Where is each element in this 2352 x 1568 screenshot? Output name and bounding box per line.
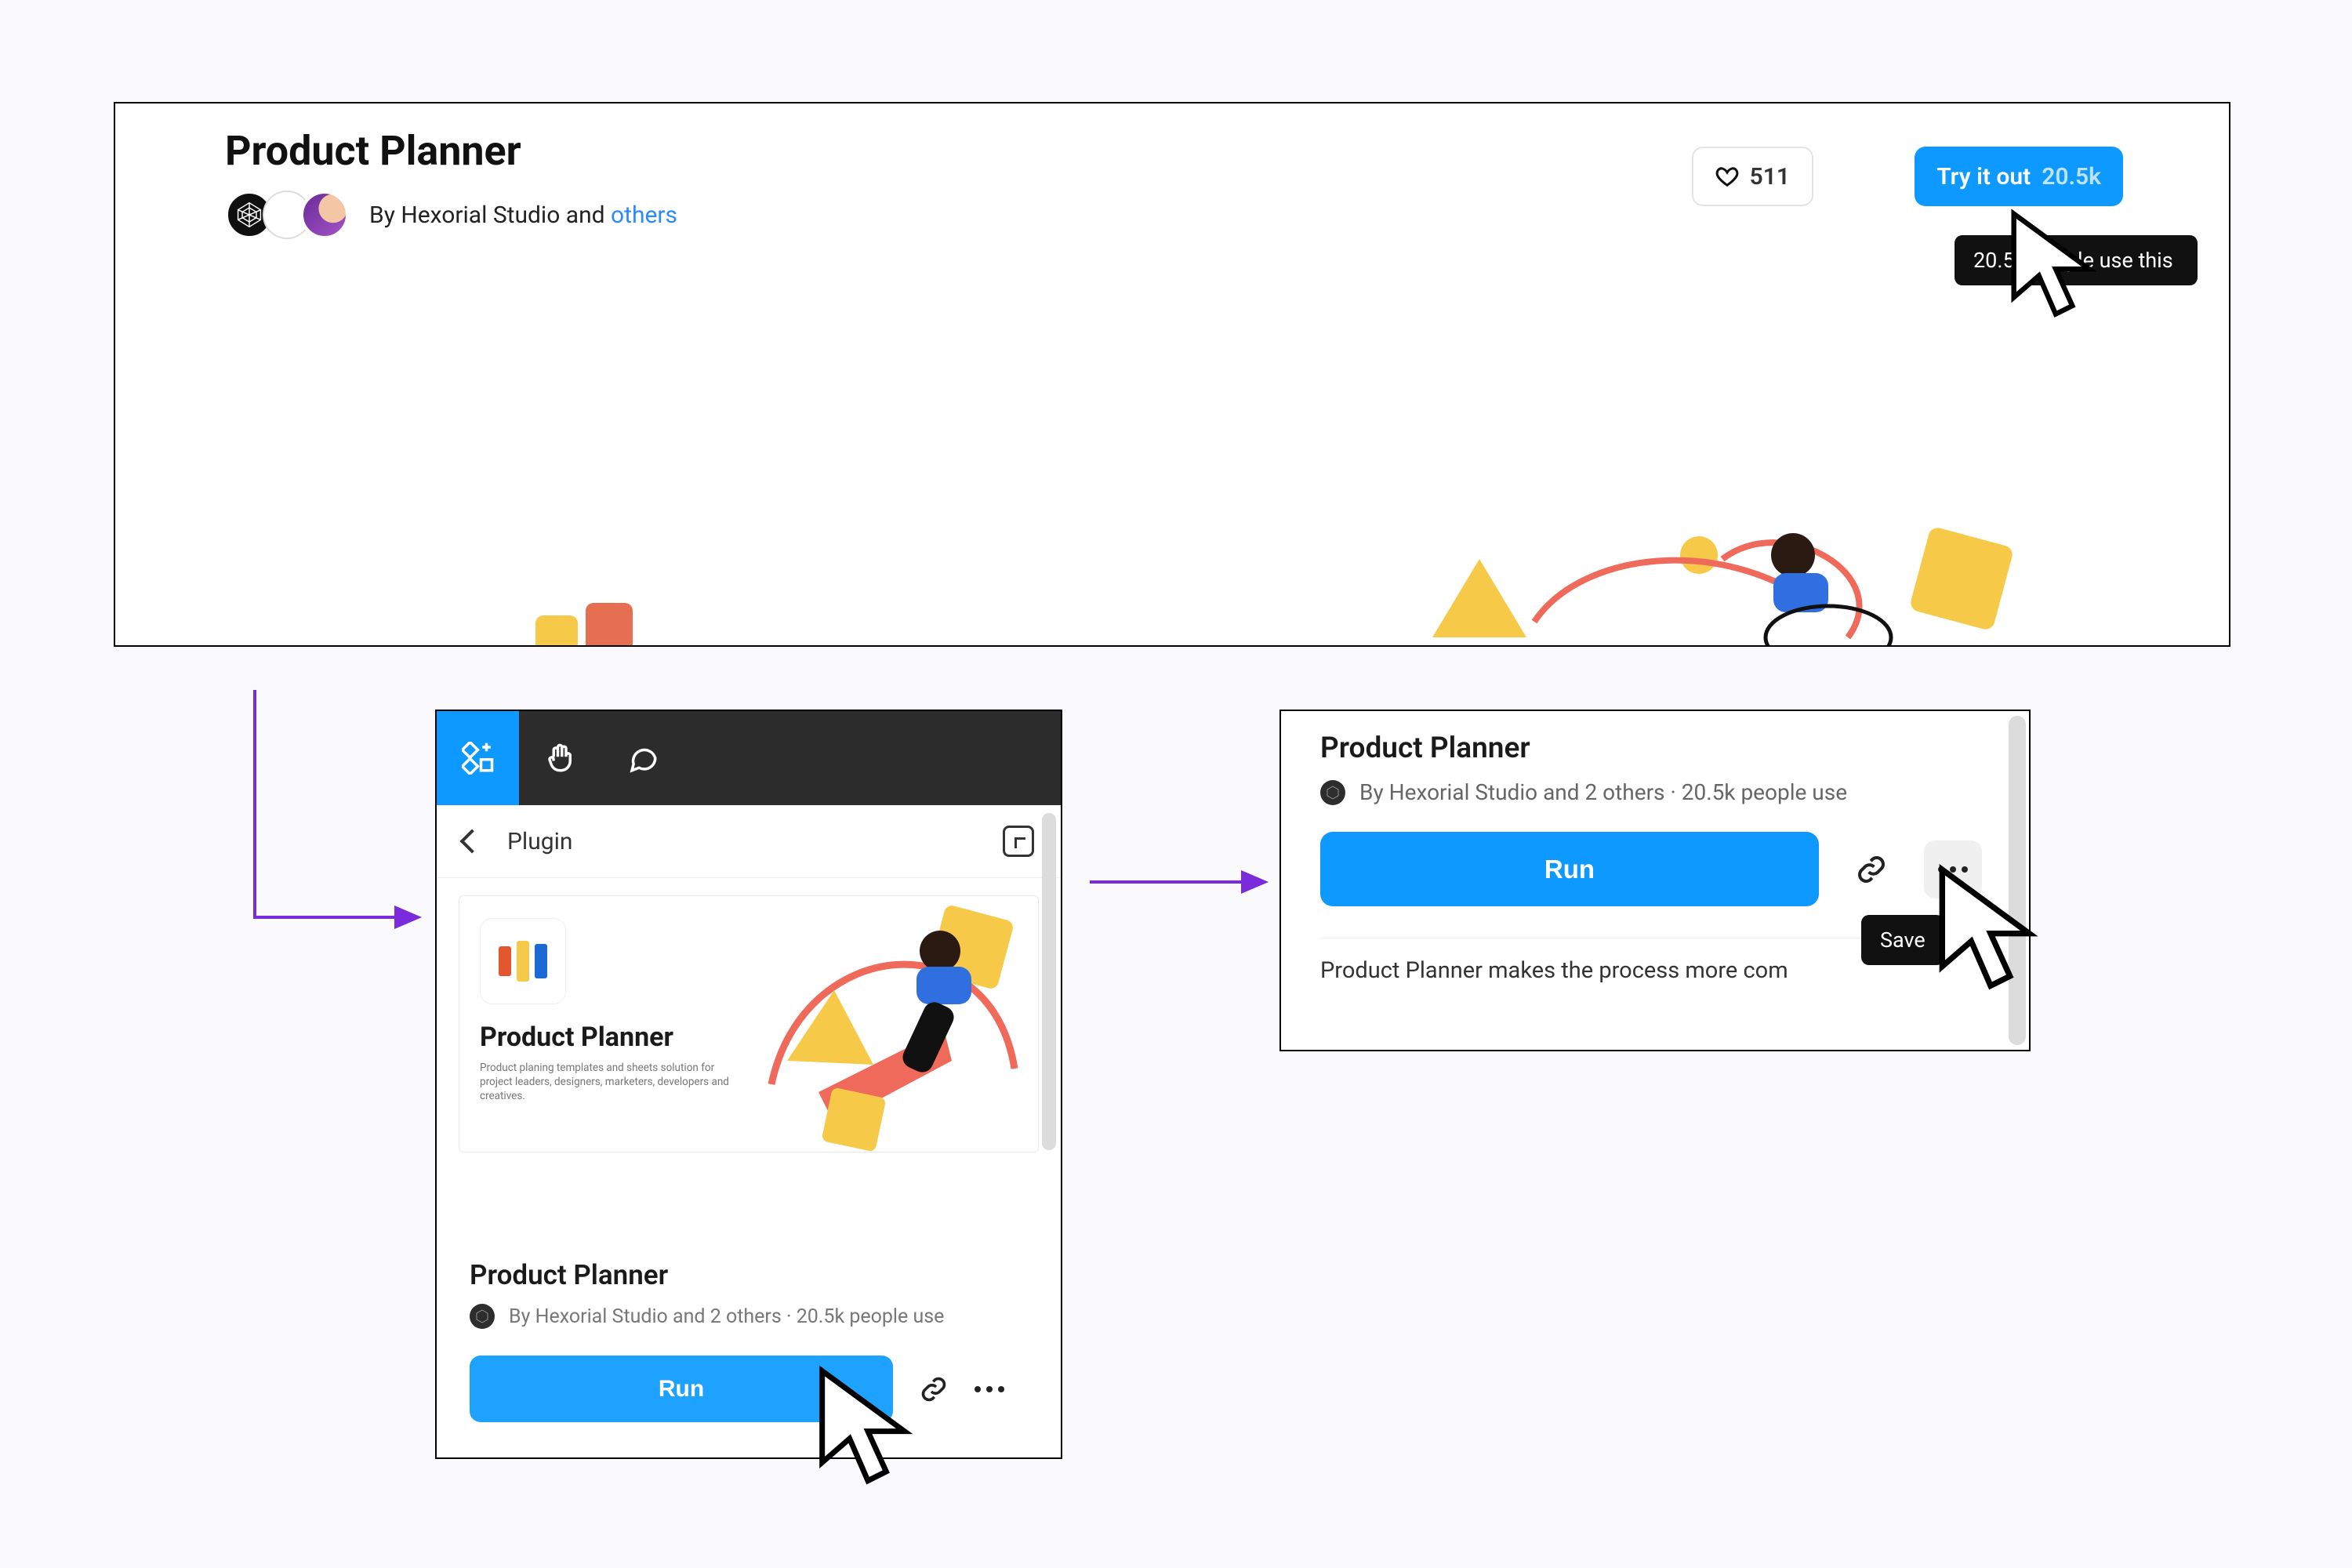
flow-arrow-icon	[247, 690, 427, 949]
hero-subtitle: Product planing templates and sheets sol…	[480, 1061, 739, 1104]
author-avatar-icon	[1320, 780, 1345, 805]
like-button[interactable]: 511	[1692, 147, 1813, 206]
run-label: Run	[1544, 855, 1595, 884]
comment-tool-button[interactable]	[601, 711, 684, 805]
community-detail-card: Product Planner By Hexorial Studio and o…	[114, 102, 2230, 647]
plugin-title: Product Planner	[1320, 731, 1990, 765]
plugin-byline: By Hexorial Studio and 2 others · 20.5k …	[1320, 779, 1990, 805]
people-art-icon	[1315, 528, 2020, 647]
plugin-byline: By Hexorial Studio and 2 others · 20.5k …	[470, 1304, 1028, 1329]
author-byline: By Hexorial Studio and others	[369, 201, 677, 229]
try-count: 20.5k	[2042, 163, 2101, 191]
figjam-toolbar	[437, 711, 1061, 805]
plugin-logo	[480, 918, 566, 1004]
hand-tool-button[interactable]	[519, 711, 601, 805]
author-avatar-icon	[470, 1304, 495, 1329]
heart-icon	[1715, 165, 1739, 188]
plugin-breadcrumb: Plugin	[437, 805, 1061, 878]
plugin-title: Product Planner	[225, 127, 2107, 175]
author-avatar	[300, 191, 349, 239]
author-avatars	[225, 191, 349, 239]
more-button[interactable]	[1924, 840, 1982, 898]
run-button[interactable]: Run	[1320, 832, 1819, 906]
others-link[interactable]: others	[611, 201, 677, 229]
scrollbar[interactable]	[1042, 813, 1056, 1150]
more-button[interactable]	[975, 1386, 1004, 1392]
try-label: Try it out	[1936, 163, 2031, 191]
plugin-name: Product Planner	[470, 1259, 1028, 1291]
run-label: Run	[659, 1376, 704, 1403]
scrollbar[interactable]	[2009, 716, 2026, 1045]
popout-button[interactable]	[1003, 826, 1034, 857]
byline-text: By Hexorial Studio and 2 others · 20.5k …	[1359, 779, 1847, 805]
usage-tooltip: 20.5k people use this	[1955, 235, 2198, 285]
flow-arrow-icon	[1090, 868, 1270, 899]
save-tooltip: Save	[1861, 915, 1944, 965]
back-button[interactable]	[459, 829, 484, 853]
hero-illustration	[115, 551, 2229, 647]
plugin-hero-card: Product Planner Product planing template…	[459, 895, 1039, 1152]
breadcrumb-label: Plugin	[507, 828, 572, 855]
author-row: By Hexorial Studio and others	[225, 191, 2107, 239]
plugin-detail-popup: Product Planner By Hexorial Studio and 2…	[1279, 710, 2031, 1051]
byline-text: By Hexorial Studio and 2 others · 20.5k …	[509, 1305, 944, 1328]
shapes-tool-button[interactable]	[437, 711, 519, 805]
byline-text: By Hexorial Studio and	[369, 201, 611, 229]
figjam-plugin-panel: Plugin Product Planner Product planing t…	[435, 710, 1062, 1459]
copy-link-button[interactable]	[1842, 840, 1900, 898]
run-button[interactable]: Run	[470, 1356, 893, 1422]
like-count: 511	[1750, 163, 1790, 191]
try-it-out-button[interactable]: Try it out 20.5k	[1915, 147, 2123, 206]
hero-art-icon	[756, 895, 1039, 1152]
copy-link-button[interactable]	[920, 1375, 948, 1403]
